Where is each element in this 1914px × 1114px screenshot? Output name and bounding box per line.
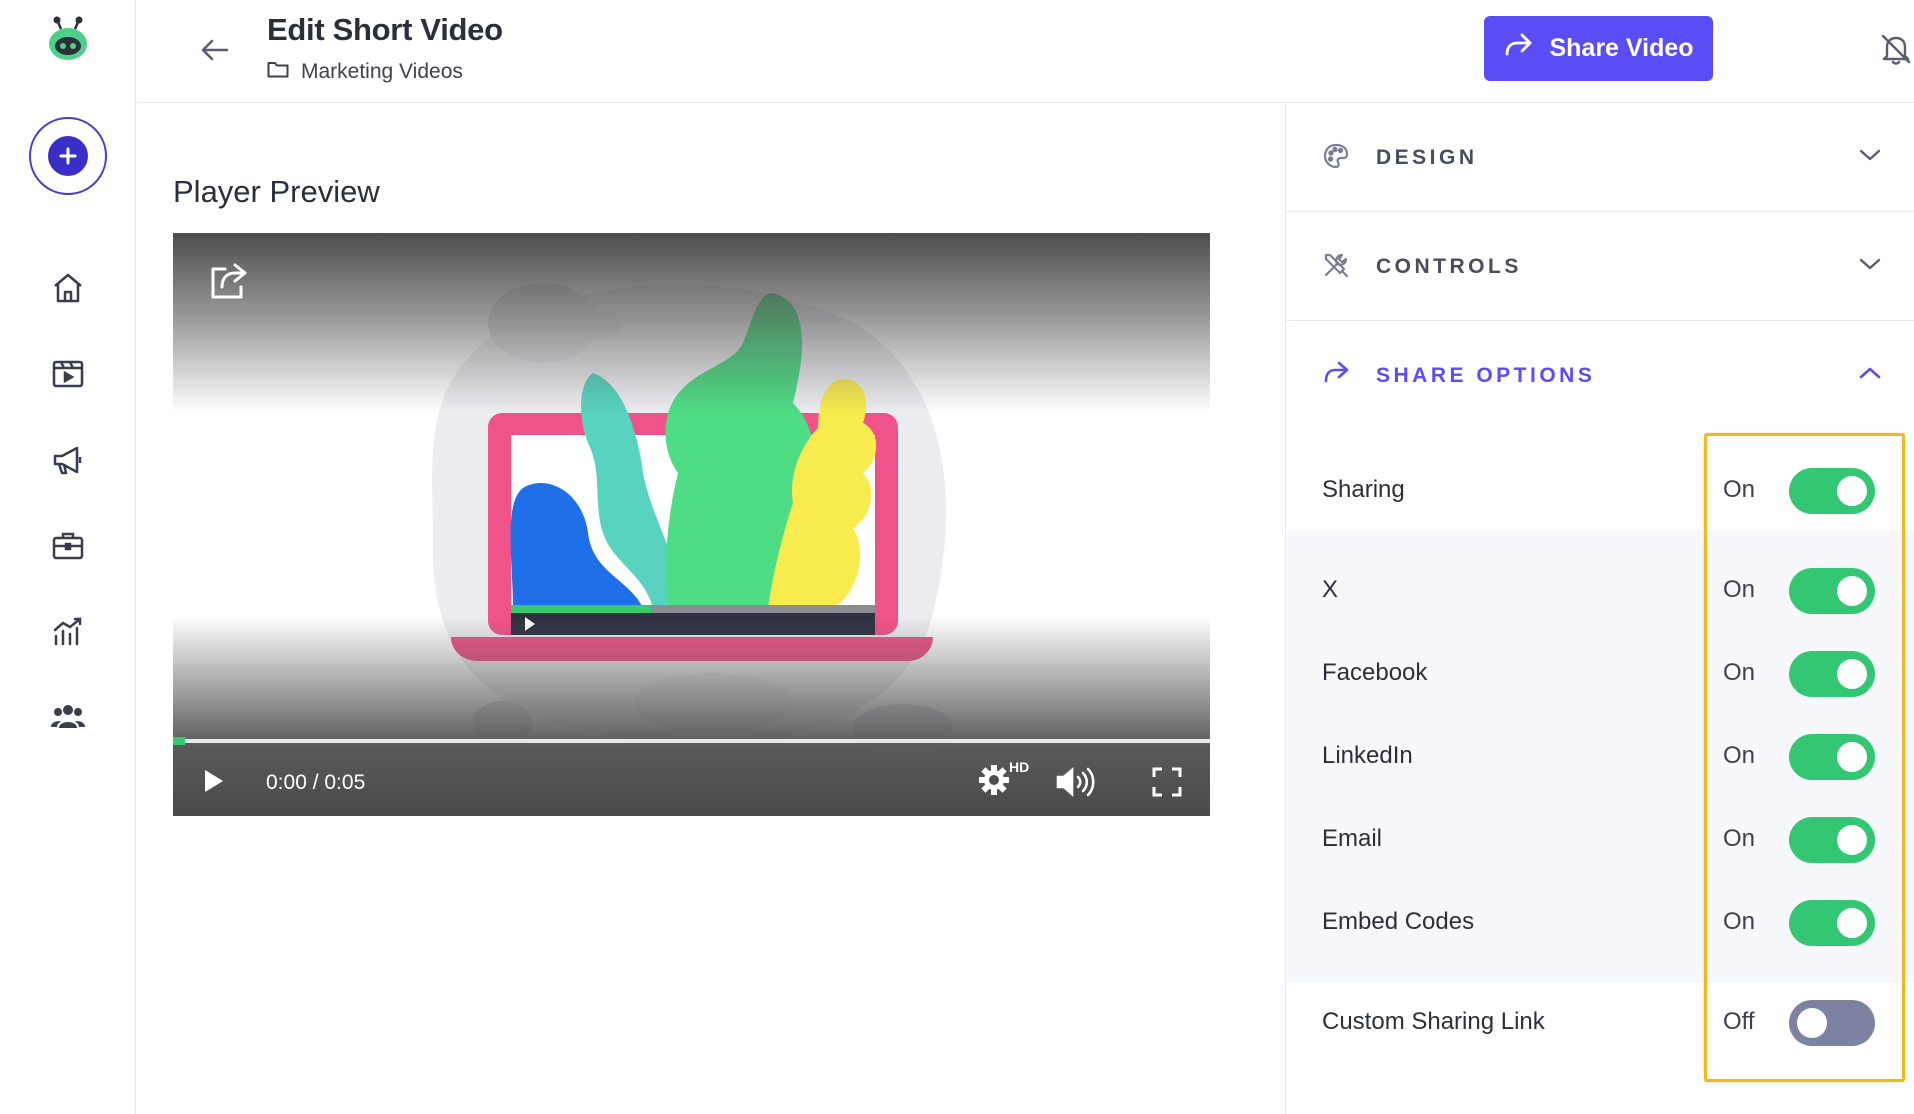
share-option-row-custom-sharing-link: Custom Sharing Link Off <box>1286 988 1914 1058</box>
linkedin-toggle[interactable] <box>1789 734 1875 780</box>
share-option-state: On <box>1723 742 1756 769</box>
home-icon[interactable] <box>48 268 88 308</box>
plus-icon <box>48 136 88 176</box>
back-arrow-icon[interactable] <box>195 30 235 70</box>
share-option-row-facebook: Facebook On <box>1286 639 1914 709</box>
section-share-options-header[interactable]: SHARE OPTIONS <box>1286 322 1914 430</box>
team-icon[interactable] <box>48 697 88 737</box>
share-option-label: Facebook <box>1322 659 1428 686</box>
share-arrow-icon <box>1322 360 1350 391</box>
share-option-label: X <box>1322 576 1339 603</box>
share-option-row-x: X On <box>1286 556 1914 626</box>
chevron-down-icon <box>1859 257 1881 276</box>
share-option-state: On <box>1723 908 1756 935</box>
section-share-options-label: SHARE OPTIONS <box>1376 364 1596 387</box>
folder-icon <box>267 60 289 84</box>
left-sidebar <box>0 0 136 1114</box>
hd-badge: HD <box>1009 759 1030 775</box>
share-option-label: LinkedIn <box>1322 742 1413 769</box>
share-option-row-linkedin: LinkedIn On <box>1286 722 1914 792</box>
player-controls: 0:00 / 0:05 HD <box>173 757 1210 813</box>
breadcrumb-folder-name: Marketing Videos <box>301 60 463 83</box>
notifications-muted-icon[interactable] <box>1873 26 1914 72</box>
share-option-state: On <box>1723 659 1756 686</box>
share-option-label: Sharing <box>1322 476 1405 503</box>
top-header: Edit Short Video Marketing Videos Share … <box>137 0 1914 103</box>
x-toggle[interactable] <box>1789 568 1875 614</box>
player-share-icon[interactable] <box>207 261 251 308</box>
sharing-toggle[interactable] <box>1789 468 1875 514</box>
megaphone-icon[interactable] <box>48 440 88 480</box>
custom-sharing-link-toggle[interactable] <box>1789 1000 1875 1046</box>
chevron-down-icon <box>1859 148 1881 167</box>
section-design-header[interactable]: DESIGN <box>1286 104 1914 212</box>
app-logo-icon[interactable] <box>46 14 90 62</box>
create-button[interactable] <box>29 117 107 195</box>
fullscreen-icon[interactable] <box>1152 767 1182 802</box>
share-arrow-icon <box>1503 32 1533 65</box>
share-option-row-embed-codes: Embed Codes On <box>1286 888 1914 958</box>
playback-time: 0:00 / 0:05 <box>266 771 366 794</box>
share-option-row-email: Email On <box>1286 805 1914 875</box>
share-video-button[interactable]: Share Video <box>1484 16 1713 81</box>
video-player[interactable]: 0:00 / 0:05 HD <box>173 233 1210 816</box>
embed-codes-toggle[interactable] <box>1789 900 1875 946</box>
section-design-label: DESIGN <box>1376 146 1478 169</box>
player-progress-fill <box>173 737 185 745</box>
facebook-toggle[interactable] <box>1789 651 1875 697</box>
share-option-state: On <box>1723 476 1756 503</box>
share-option-state: Off <box>1723 1008 1755 1035</box>
tools-icon <box>1322 251 1350 284</box>
section-controls-label: CONTROLS <box>1376 255 1522 278</box>
video-library-icon[interactable] <box>48 354 88 394</box>
share-option-state: On <box>1723 576 1756 603</box>
play-icon[interactable] <box>201 767 227 800</box>
player-progress-bar[interactable] <box>173 737 1210 745</box>
palette-icon <box>1322 142 1350 175</box>
page-title: Edit Short Video <box>267 12 503 47</box>
email-toggle[interactable] <box>1789 817 1875 863</box>
share-video-label: Share Video <box>1549 34 1694 62</box>
player-top-gradient <box>173 233 1210 413</box>
share-option-label: Email <box>1322 825 1383 852</box>
quality-settings-gear-icon[interactable] <box>977 763 1011 802</box>
share-option-label: Embed Codes <box>1322 908 1475 935</box>
breadcrumb[interactable]: Marketing Videos <box>267 60 463 84</box>
volume-icon[interactable] <box>1055 767 1097 802</box>
chevron-up-icon <box>1859 366 1881 385</box>
section-controls-header[interactable]: CONTROLS <box>1286 213 1914 321</box>
player-preview-title: Player Preview <box>173 174 380 209</box>
share-option-row-sharing: Sharing On <box>1286 456 1914 526</box>
share-option-label: Custom Sharing Link <box>1322 1008 1545 1035</box>
share-option-state: On <box>1723 825 1756 852</box>
briefcase-icon[interactable] <box>48 525 88 565</box>
analytics-icon[interactable] <box>48 611 88 651</box>
